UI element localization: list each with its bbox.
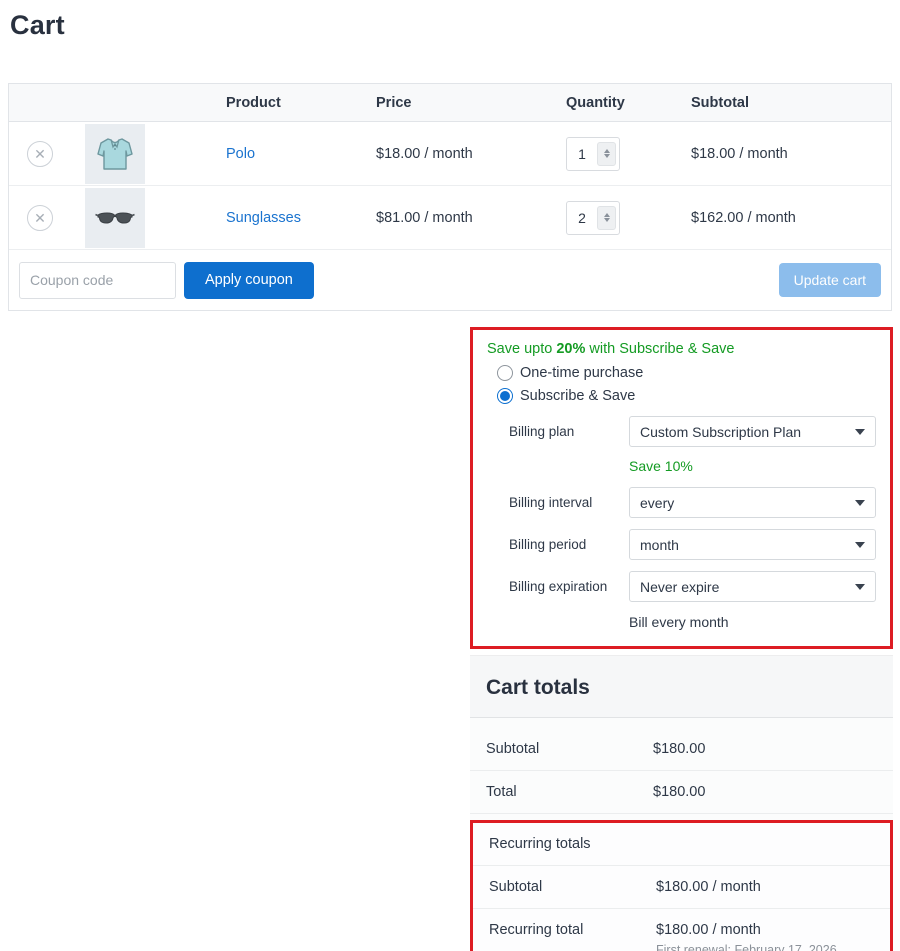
recurring-total-value: $180.00 / month First renewal: February … (656, 922, 874, 951)
table-row-sunglasses: ✕ Sunglasses $81.00 / month 2 $162.00 / … (9, 186, 891, 250)
header-quantity: Quantity (566, 94, 625, 111)
header-subtotal: Subtotal (691, 94, 749, 111)
cart-totals-title: Cart totals (486, 676, 590, 699)
cart-table-header: Product Price Quantity Subtotal (9, 84, 891, 122)
cart-table: Product Price Quantity Subtotal ✕ Polo $… (8, 83, 892, 311)
billing-period-select[interactable]: month (629, 529, 876, 560)
quantity-value: 1 (578, 145, 586, 162)
remove-item-icon[interactable]: ✕ (27, 204, 53, 231)
billing-plan-value: Custom Subscription Plan (640, 423, 802, 440)
recurring-total-row: Recurring total $180.00 / month First re… (473, 909, 890, 951)
update-cart-button[interactable]: Update cart (778, 263, 881, 297)
polo-shirt-icon (97, 137, 133, 170)
table-row-polo: ✕ Polo $18.00 / month 1 $18.00 / month (9, 122, 891, 186)
billing-interval-label: Billing interval (509, 495, 593, 510)
header-price: Price (376, 94, 412, 111)
recurring-totals-header: Recurring totals (473, 823, 890, 866)
billing-expiration-row: Billing expiration Never expire (509, 571, 876, 602)
billing-expiration-select[interactable]: Never expire (629, 571, 876, 602)
cart-actions-row: Apply coupon Update cart (9, 250, 891, 310)
header-product: Product (226, 94, 281, 111)
radio-label: One-time purchase (520, 365, 644, 381)
radio-one-time-purchase[interactable]: One-time purchase (497, 365, 876, 381)
product-thumbnail-polo[interactable] (85, 123, 145, 184)
chevron-down-icon (855, 499, 865, 506)
bill-summary-text: Bill every month (629, 614, 729, 630)
save-headline: Save upto 20% with Subscribe & Save (487, 341, 735, 357)
recurring-total-amount: $180.00 / month (656, 922, 761, 938)
chevron-down-icon (855, 428, 865, 435)
subscribe-save-box: Save upto 20% with Subscribe & Save One-… (470, 327, 893, 649)
cart-totals-panel: Cart totals Subtotal $180.00 Total $180.… (470, 655, 893, 951)
billing-plan-select[interactable]: Custom Subscription Plan (629, 416, 876, 447)
billing-interval-row: Billing interval every (509, 487, 876, 518)
radio-label: Subscribe & Save (520, 388, 636, 404)
recurring-total-label: Recurring total (489, 922, 584, 938)
plan-save-note: Save 10% (629, 458, 693, 474)
quantity-value: 2 (578, 209, 586, 226)
price-sunglasses: $81.00 / month (376, 209, 473, 226)
billing-period-row: Billing period month (509, 529, 876, 560)
remove-item-icon[interactable]: ✕ (27, 140, 53, 167)
product-thumbnail-sunglasses[interactable] (85, 187, 145, 248)
coupon-code-input[interactable] (19, 261, 176, 299)
billing-expiration-value: Never expire (640, 578, 720, 595)
page-title: Cart (10, 10, 65, 40)
price-polo: $18.00 / month (376, 145, 473, 162)
recurring-subtotal-value: $180.00 / month (656, 879, 761, 895)
subtotal-sunglasses: $162.00 / month (691, 209, 796, 226)
chevron-down-icon (855, 541, 865, 548)
product-link-polo[interactable]: Polo (226, 146, 255, 162)
total-value: $180.00 (653, 784, 706, 800)
recurring-subtotal-label: Subtotal (489, 879, 543, 895)
quantity-input-sunglasses[interactable]: 2 (566, 200, 620, 235)
apply-coupon-button[interactable]: Apply coupon (184, 261, 314, 299)
billing-interval-value: every (640, 494, 675, 511)
recurring-subtotal-row: Subtotal $180.00 / month (473, 866, 890, 909)
radio-unselected-icon[interactable] (497, 365, 513, 381)
cart-totals-header: Cart totals (470, 656, 893, 717)
total-label: Total (486, 784, 517, 800)
recurring-totals-box: Recurring totals Subtotal $180.00 / mont… (470, 820, 893, 951)
quantity-input-polo[interactable]: 1 (566, 136, 620, 171)
cart-page: Cart Product Price Quantity Subtotal ✕ P… (0, 0, 900, 951)
subtotal-row: Subtotal $180.00 (470, 728, 893, 771)
quantity-stepper-icon[interactable] (597, 205, 616, 230)
cart-sidebar: Save upto 20% with Subscribe & Save One-… (470, 327, 893, 951)
billing-plan-label: Billing plan (509, 424, 575, 439)
subtotal-label: Subtotal (486, 741, 540, 757)
billing-plan-row: Billing plan Custom Subscription Plan (509, 416, 876, 447)
product-link-sunglasses[interactable]: Sunglasses (226, 210, 301, 226)
billing-period-value: month (640, 536, 679, 553)
quantity-stepper-icon[interactable] (597, 141, 616, 166)
radio-subscribe-save[interactable]: Subscribe & Save (497, 388, 876, 404)
billing-period-label: Billing period (509, 537, 587, 552)
subtotal-value: $180.00 (653, 741, 706, 757)
first-renewal-note: First renewal: February 17, 2026 (656, 943, 837, 951)
total-row: Total $180.00 (470, 771, 893, 814)
billing-interval-select[interactable]: every (629, 487, 876, 518)
billing-expiration-label: Billing expiration (509, 579, 608, 594)
subtotal-polo: $18.00 / month (691, 145, 788, 162)
chevron-down-icon (855, 583, 865, 590)
radio-selected-icon[interactable] (497, 388, 513, 404)
cart-totals-rows: Subtotal $180.00 Total $180.00 Recurring… (470, 718, 893, 951)
sunglasses-icon (95, 211, 135, 224)
